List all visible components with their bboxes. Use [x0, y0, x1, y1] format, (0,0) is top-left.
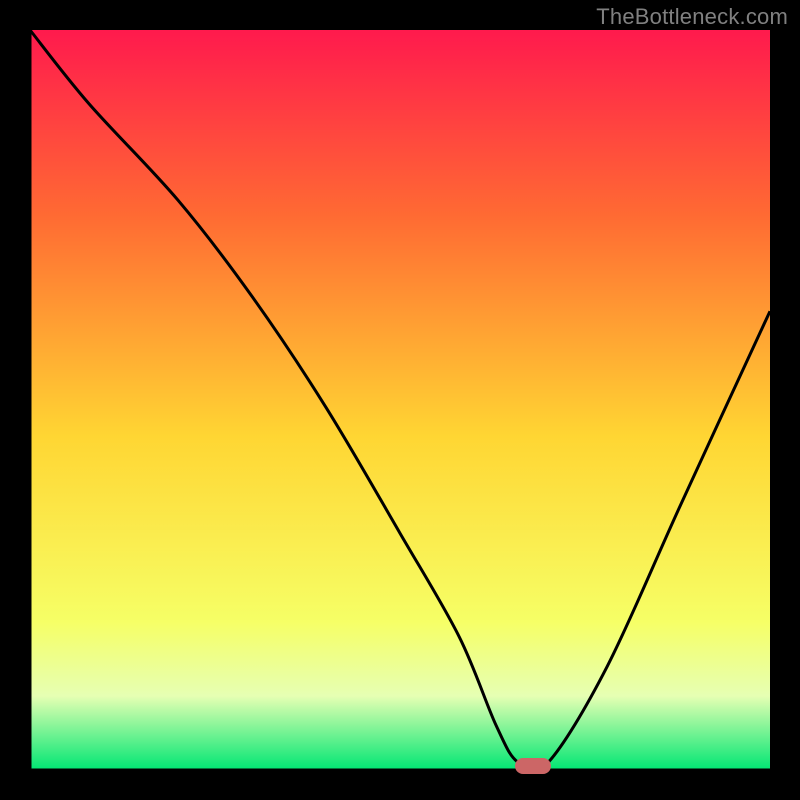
optimal-marker — [515, 758, 551, 774]
plot-background — [30, 30, 770, 770]
bottleneck-chart — [0, 0, 800, 800]
chart-container: TheBottleneck.com — [0, 0, 800, 800]
watermark-text: TheBottleneck.com — [596, 4, 788, 30]
